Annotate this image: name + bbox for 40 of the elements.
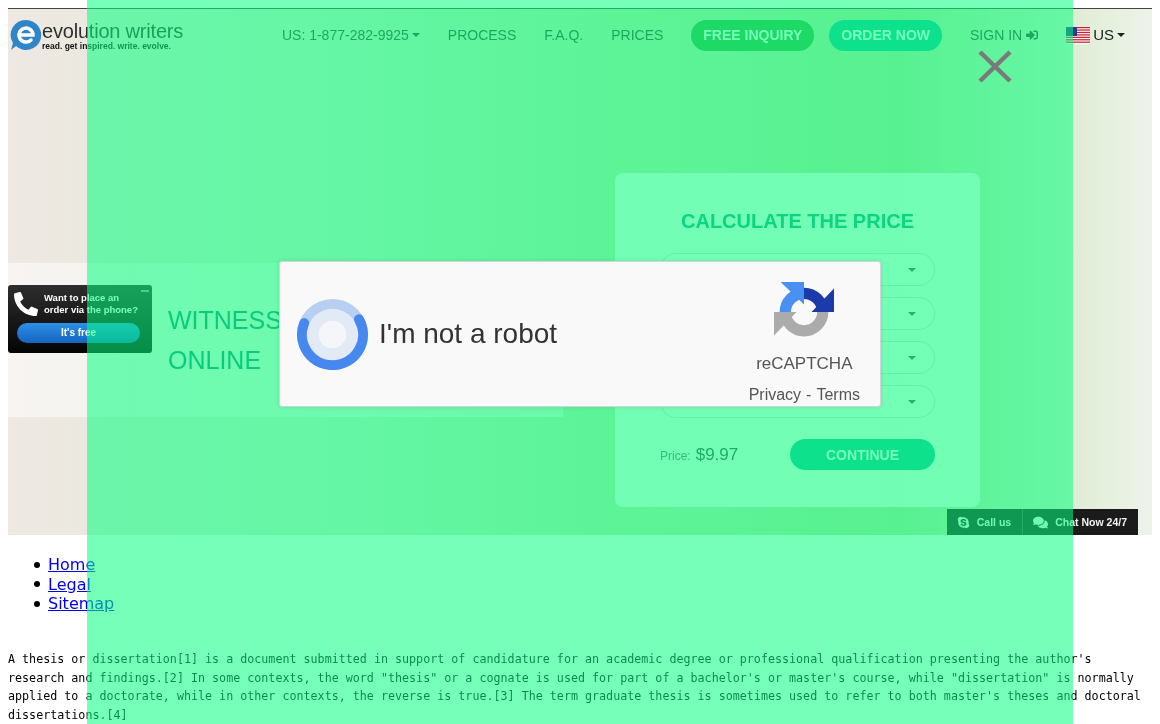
caret-icon <box>908 311 916 316</box>
footer-link[interactable]: Sitemap <box>48 594 115 614</box>
sign-in-link[interactable]: SIGN IN <box>970 27 1039 43</box>
call-us-link[interactable]: Call us <box>946 509 1023 535</box>
nav-link[interactable]: PRICES <box>611 27 664 43</box>
bullet-icon <box>34 600 40 607</box>
flag-icon <box>1066 26 1091 44</box>
headline-text: ONLINE <box>168 345 262 376</box>
chat-bubbles-icon <box>1033 514 1049 530</box>
footer-link[interactable]: Legal <box>48 574 91 594</box>
captcha-link[interactable]: Privacy <box>748 384 802 406</box>
caret-icon <box>1117 33 1125 37</box>
widget-text: Want to place an order via the phone? <box>44 292 139 316</box>
captcha-label: I'm not a robot <box>379 317 558 351</box>
loading-spinner-icon[interactable] <box>297 298 368 370</box>
caret-icon <box>908 267 916 272</box>
call-free-button[interactable]: It's free <box>17 323 140 343</box>
captcha-link[interactable]: Terms <box>816 384 860 406</box>
locale-dropdown[interactable]: US <box>1066 26 1125 44</box>
bullet-icon <box>34 561 40 568</box>
s-logo-icon <box>956 515 970 529</box>
captcha-brand: reCAPTCHA <box>756 353 853 375</box>
nav-link[interactable]: F.A.Q. <box>544 27 584 43</box>
link-separator: - <box>806 385 812 405</box>
caret-icon <box>908 399 916 404</box>
chat-now-link[interactable]: Chat Now 24/7 <box>1022 509 1138 535</box>
bullet-icon <box>34 581 40 588</box>
phone-icon <box>14 292 38 316</box>
calculator-title: CALCULATE THE PRICE <box>680 209 915 234</box>
caret-icon <box>908 355 916 360</box>
headline-text: WITNESS <box>168 305 282 336</box>
nav-link[interactable]: PROCESS <box>447 27 517 43</box>
phone-dropdown[interactable]: US: 1-877-282-9925 <box>281 27 420 43</box>
login-arrow-icon <box>1026 29 1039 41</box>
price-value: $9.97 <box>695 444 739 465</box>
footer-link[interactable]: Home <box>48 555 96 575</box>
close-icon[interactable] <box>978 50 1012 83</box>
price-label: Price: <box>660 449 691 463</box>
logo-icon <box>10 19 42 51</box>
caret-icon <box>411 33 420 37</box>
